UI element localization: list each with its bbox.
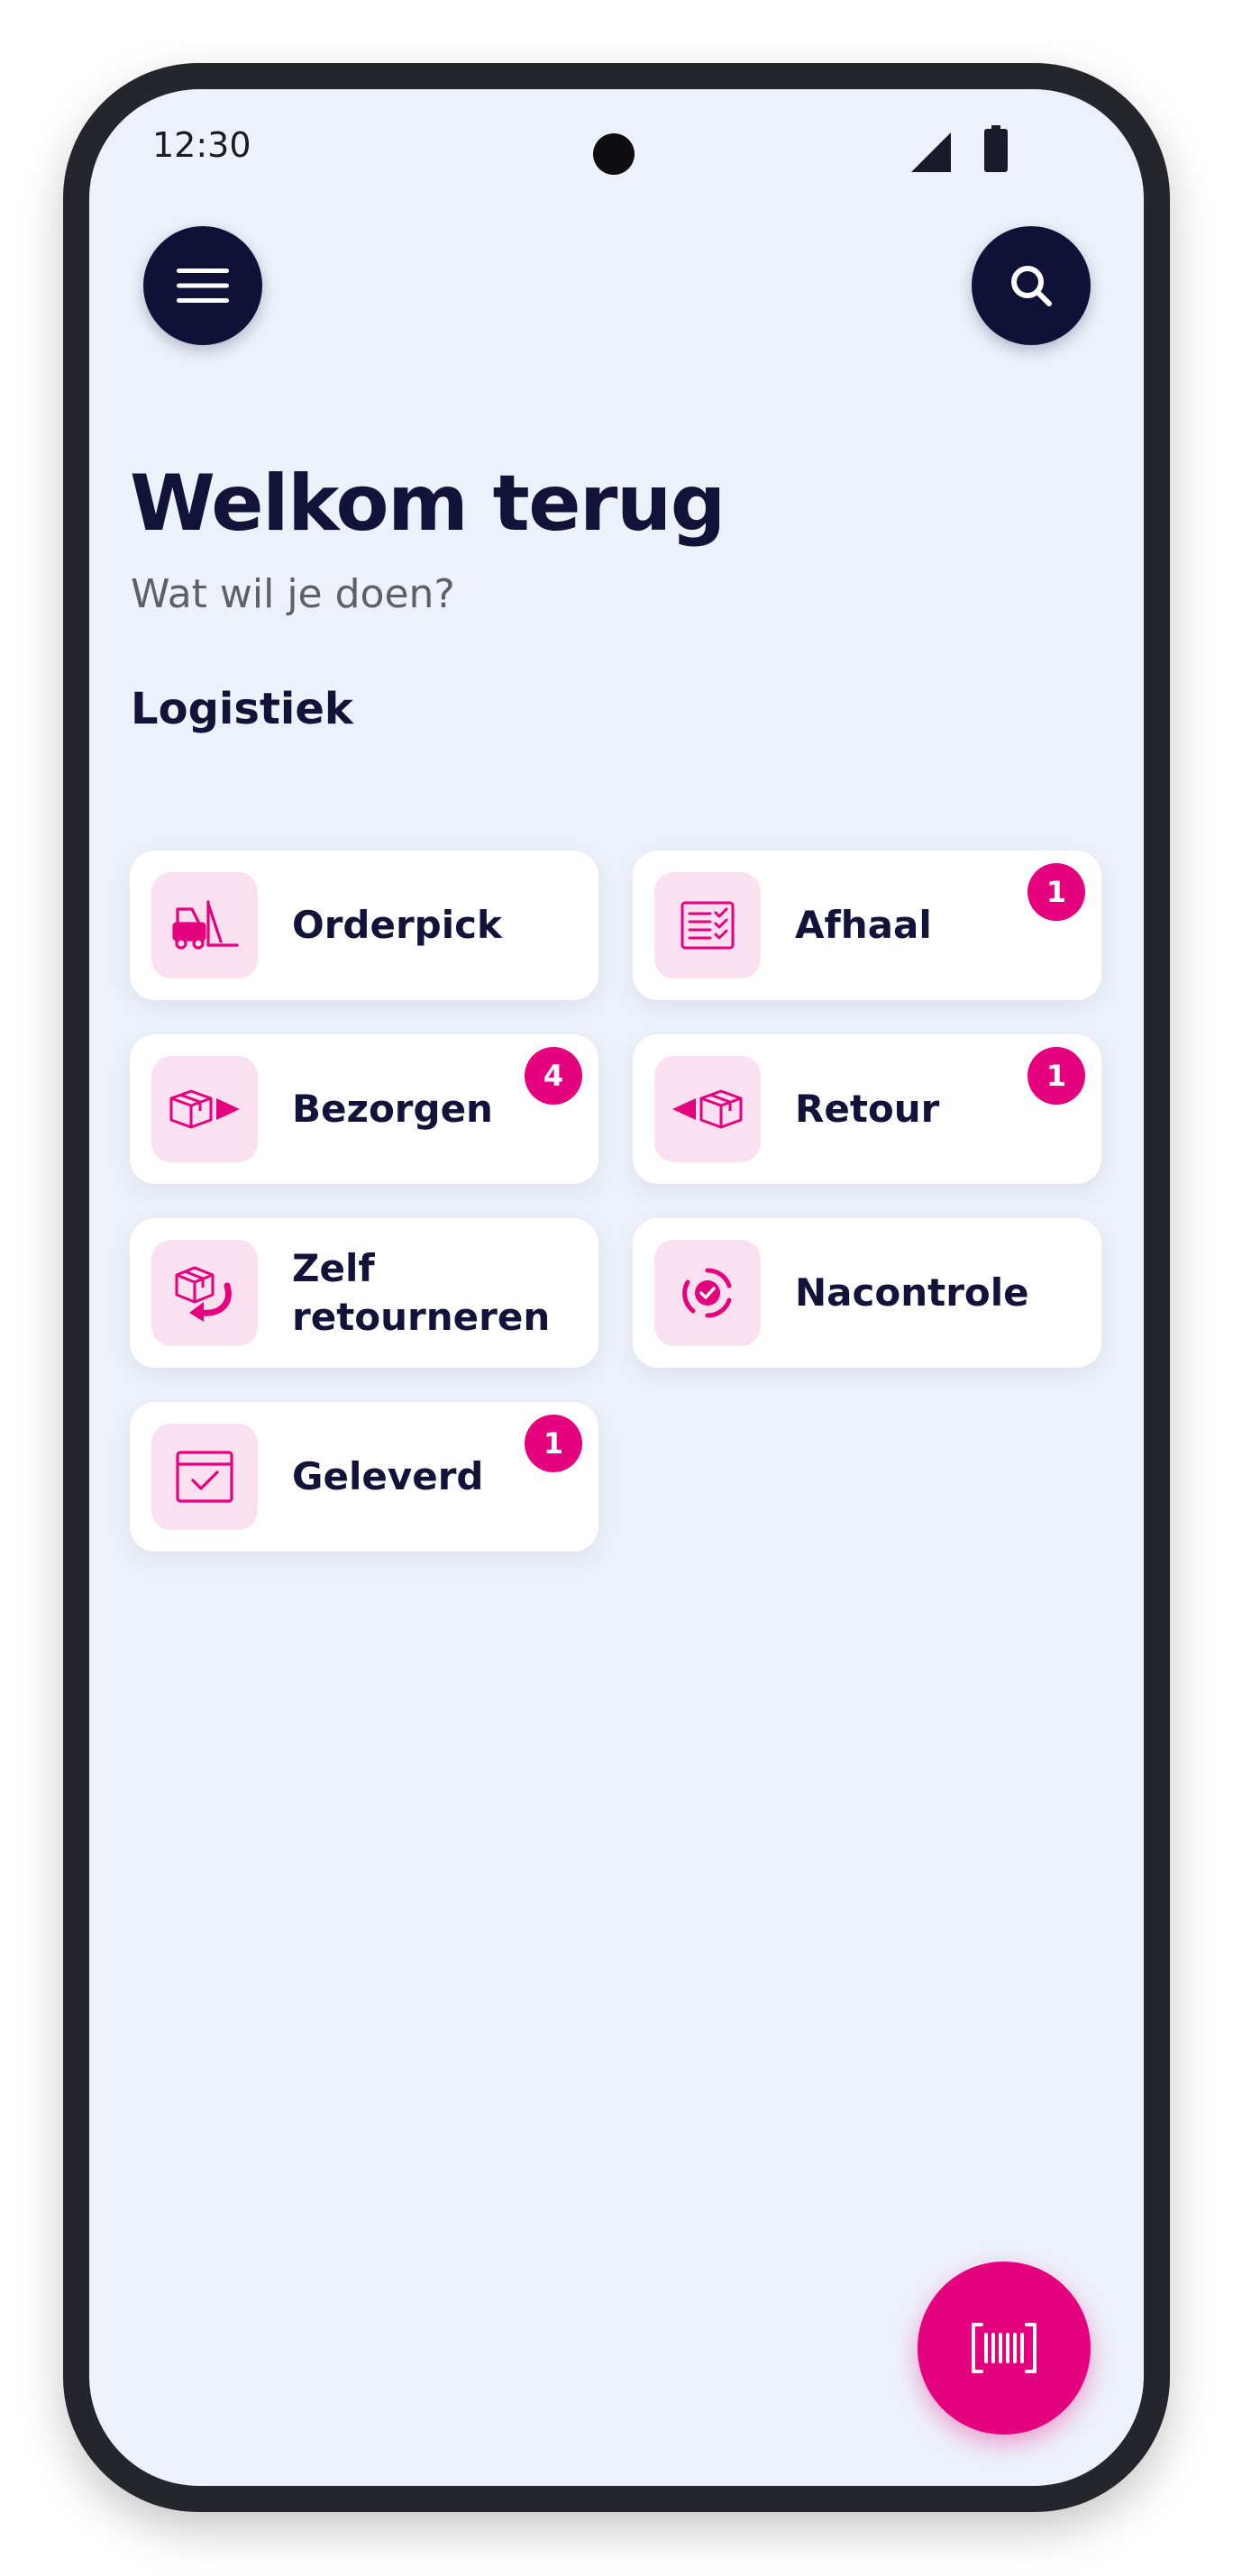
tile-nacontrole[interactable]: Nacontrole bbox=[633, 1218, 1101, 1368]
search-icon bbox=[1011, 266, 1052, 306]
tile-icon-box bbox=[151, 1056, 258, 1162]
checklist-icon bbox=[680, 901, 735, 950]
check-circle-icon bbox=[682, 1268, 732, 1318]
tile-geleverd[interactable]: Geleverd 1 bbox=[130, 1402, 598, 1552]
forklift-icon bbox=[172, 900, 239, 950]
tile-icon-box bbox=[654, 872, 761, 979]
tile-icon-box bbox=[151, 1240, 258, 1346]
tile-icon-box bbox=[151, 1424, 258, 1530]
tile-zelf-retourneren[interactable]: Zelf retourneren bbox=[130, 1218, 598, 1368]
notification-badge: 4 bbox=[525, 1047, 582, 1105]
box-arrow-left-icon bbox=[672, 1089, 743, 1129]
tile-label: Nacontrole bbox=[795, 1270, 1029, 1315]
section-title-logistiek: Logistiek bbox=[131, 684, 353, 734]
box-return-arrow-icon bbox=[175, 1266, 232, 1322]
cellular-signal-icon bbox=[911, 132, 951, 172]
notification-badge: 1 bbox=[1028, 863, 1085, 921]
tile-label: Orderpick bbox=[292, 903, 502, 947]
hamburger-menu-icon bbox=[177, 269, 229, 303]
tile-retour[interactable]: Retour 1 bbox=[633, 1034, 1101, 1184]
box-arrow-right-icon bbox=[169, 1089, 240, 1129]
app-screen: 12:30 Welkom terug Wat wil je doen? Logi… bbox=[89, 89, 1144, 2486]
page-title: Welkom terug bbox=[130, 459, 726, 549]
page-subtitle: Wat wil je doen? bbox=[131, 571, 455, 617]
tile-label: Zelf retourneren bbox=[292, 1246, 551, 1339]
notification-badge: 1 bbox=[1028, 1047, 1085, 1105]
status-time: 12:30 bbox=[152, 125, 251, 165]
notification-badge: 1 bbox=[525, 1415, 582, 1472]
search-button[interactable] bbox=[972, 226, 1091, 345]
battery-icon bbox=[984, 125, 1008, 172]
tile-afhaal[interactable]: Afhaal 1 bbox=[633, 851, 1101, 1000]
tile-bezorgen[interactable]: Bezorgen 4 bbox=[130, 1034, 598, 1184]
camera-cutout bbox=[593, 133, 635, 175]
menu-button[interactable] bbox=[143, 226, 262, 345]
tile-icon-box bbox=[654, 1056, 761, 1162]
barcode-scan-icon bbox=[972, 2323, 1037, 2373]
tile-orderpick[interactable]: Orderpick bbox=[130, 851, 598, 1000]
tile-icon-box bbox=[654, 1240, 761, 1346]
scan-barcode-button[interactable] bbox=[918, 2262, 1091, 2435]
phone-frame: 12:30 Welkom terug Wat wil je doen? Logi… bbox=[63, 63, 1170, 2512]
calendar-check-icon bbox=[176, 1451, 233, 1503]
tile-icon-box bbox=[151, 872, 258, 979]
